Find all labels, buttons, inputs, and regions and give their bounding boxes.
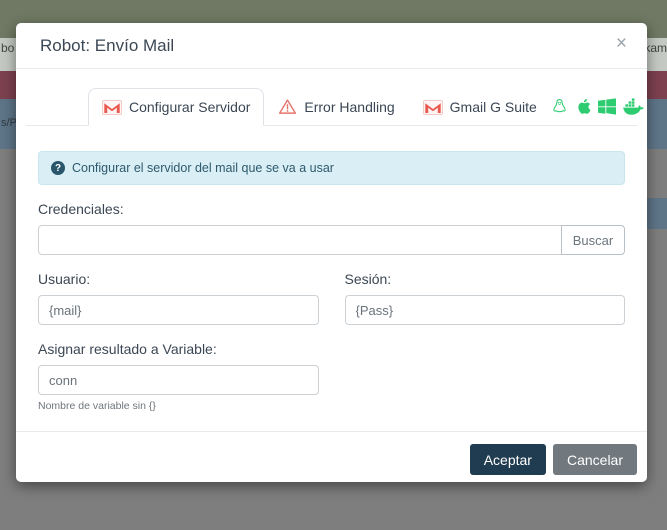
warning-triangle-icon: [278, 98, 297, 115]
background-text-fragment: kam: [644, 41, 667, 55]
user-label: Usuario:: [38, 271, 91, 287]
aceptar-button[interactable]: Aceptar: [469, 444, 546, 475]
docker-icon: [622, 98, 645, 115]
variable-label: Asignar resultado a Variable:: [38, 341, 217, 357]
credentials-input[interactable]: [38, 225, 562, 255]
tab-bar: Configurar Servidor Error Handling Gmail…: [26, 87, 644, 126]
linux-icon: [551, 97, 568, 116]
apple-icon: [575, 97, 591, 116]
tab-configurar-servidor[interactable]: Configurar Servidor: [88, 88, 265, 126]
dialog-body: Configurar Servidor Error Handling Gmail…: [16, 69, 647, 431]
variable-help-text: Nombre de variable sin {}: [38, 400, 156, 412]
platform-icons: [551, 97, 647, 125]
session-input[interactable]: [344, 295, 625, 325]
info-banner-text: Configurar el servidor del mail que se v…: [72, 161, 334, 175]
tab-label: Configurar Servidor: [129, 99, 251, 115]
tab-error-handling[interactable]: Error Handling: [264, 87, 408, 126]
credentials-label: Credenciales:: [38, 201, 124, 217]
form-area: Credenciales: Buscar Usuario: Sesión:: [26, 201, 637, 412]
background-text-fragment: s/P: [1, 117, 17, 129]
gmail-icon: [422, 99, 443, 115]
credentials-input-group: Buscar: [38, 225, 625, 255]
tab-gmail-g-suite[interactable]: Gmail G Suite: [409, 88, 551, 126]
question-circle-icon: ?: [51, 161, 65, 175]
dialog-title: Robot: Envío Mail: [40, 36, 175, 55]
cancelar-button[interactable]: Cancelar: [552, 444, 637, 475]
robot-envio-mail-dialog: Robot: Envío Mail × Configurar Servidor: [16, 23, 647, 482]
user-session-row: Usuario: Sesión:: [38, 255, 625, 325]
background-blue-band-right: [645, 198, 667, 229]
user-input[interactable]: [38, 295, 319, 325]
gmail-icon: [102, 99, 122, 115]
close-icon[interactable]: ×: [616, 34, 627, 53]
screen: bo kam s/P Robot: Envío Mail × Configura…: [0, 0, 667, 530]
dialog-header: Robot: Envío Mail ×: [16, 23, 647, 69]
background-text-fragment: bo: [1, 41, 15, 55]
windows-icon: [597, 98, 616, 115]
buscar-button[interactable]: Buscar: [561, 225, 625, 255]
variable-input[interactable]: [38, 365, 319, 395]
session-label: Sesión:: [344, 271, 392, 287]
dialog-footer: Aceptar Cancelar: [16, 431, 647, 482]
tab-label: Gmail G Suite: [449, 99, 537, 115]
info-banner: ? Configurar el servidor del mail que se…: [38, 151, 625, 185]
tab-label: Error Handling: [304, 98, 395, 115]
